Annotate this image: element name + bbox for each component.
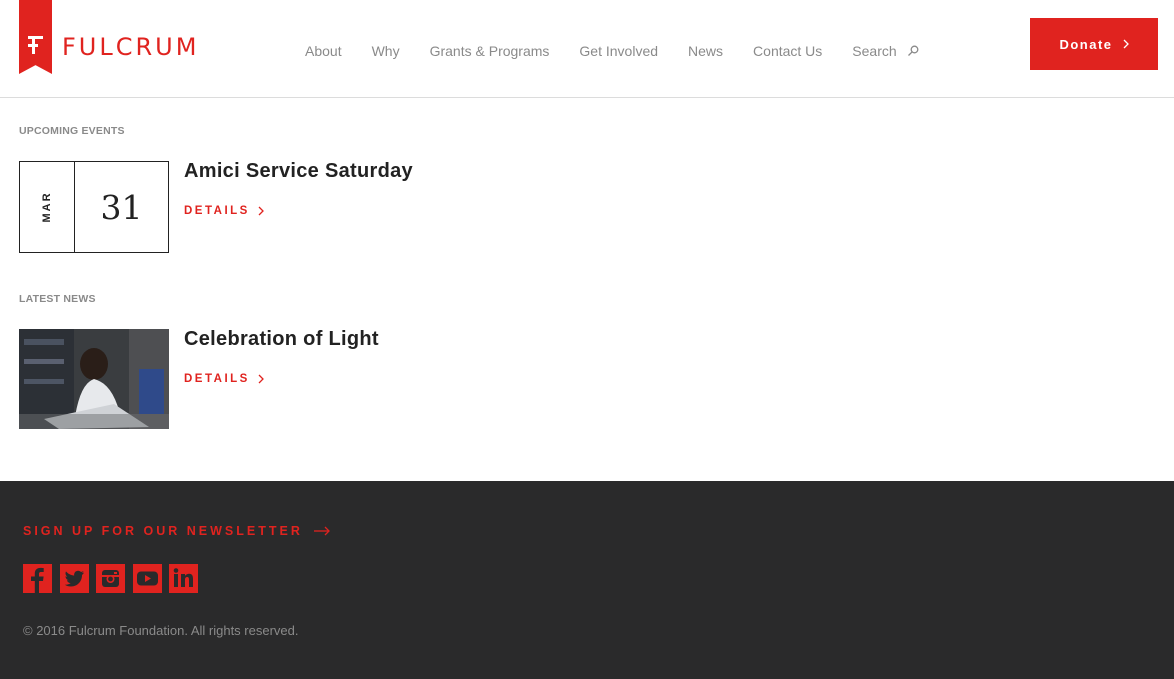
twitter-icon[interactable]: [59, 564, 89, 593]
site-footer: SIGN UP FOR OUR NEWSLETTER © 2016 Fulcru…: [0, 481, 1174, 679]
event-date-card[interactable]: MAR 31: [19, 161, 169, 253]
newsletter-signup-link[interactable]: SIGN UP FOR OUR NEWSLETTER: [23, 524, 331, 538]
upcoming-events-heading: UPCOMING EVENTS: [19, 125, 125, 137]
search-button[interactable]: Search: [852, 43, 919, 59]
event-title[interactable]: Amici Service Saturday: [184, 160, 413, 183]
chevron-right-icon: [258, 206, 264, 216]
latest-news-heading: LATEST NEWS: [19, 293, 96, 305]
chevron-right-icon: [1123, 39, 1129, 49]
nav-news[interactable]: News: [688, 43, 723, 59]
donate-label: Donate: [1059, 36, 1113, 52]
arrow-right-icon: [313, 526, 330, 536]
news-thumbnail-image[interactable]: [19, 329, 169, 429]
fulcrum-logo[interactable]: FULCRUM: [19, 0, 199, 74]
nav-about[interactable]: About: [305, 43, 342, 59]
nav-get-involved[interactable]: Get Involved: [579, 43, 658, 59]
event-month: MAR: [20, 162, 75, 252]
logo-text: FULCRUM: [62, 33, 200, 61]
instagram-icon[interactable]: [96, 564, 125, 593]
search-label: Search: [852, 43, 897, 59]
site-header: FULCRUM About Why Grants & Programs Get …: [0, 0, 1174, 98]
search-icon: [907, 45, 919, 56]
nav-contact-us[interactable]: Contact Us: [753, 43, 822, 59]
event-details-link[interactable]: DETAILS: [184, 205, 264, 217]
news-title[interactable]: Celebration of Light: [184, 328, 379, 351]
event-day: 31: [100, 187, 143, 227]
social-links: [23, 564, 206, 593]
details-label: DETAILS: [184, 205, 250, 217]
copyright-text: © 2016 Fulcrum Foundation. All rights re…: [23, 623, 299, 638]
event-month-label: MAR: [41, 191, 53, 223]
youtube-icon[interactable]: [132, 564, 162, 593]
donate-button[interactable]: Donate: [1030, 18, 1158, 70]
main-nav: About Why Grants & Programs Get Involved…: [305, 43, 949, 59]
facebook-icon[interactable]: [23, 564, 52, 593]
nav-why[interactable]: Why: [372, 43, 400, 59]
nav-grants-programs[interactable]: Grants & Programs: [430, 43, 550, 59]
news-details-link[interactable]: DETAILS: [184, 373, 264, 385]
logo-flag-icon: [19, 0, 52, 74]
linkedin-icon[interactable]: [169, 564, 198, 593]
chevron-right-icon: [258, 374, 264, 384]
newsletter-label: SIGN UP FOR OUR NEWSLETTER: [23, 524, 303, 538]
details-label: DETAILS: [184, 373, 250, 385]
